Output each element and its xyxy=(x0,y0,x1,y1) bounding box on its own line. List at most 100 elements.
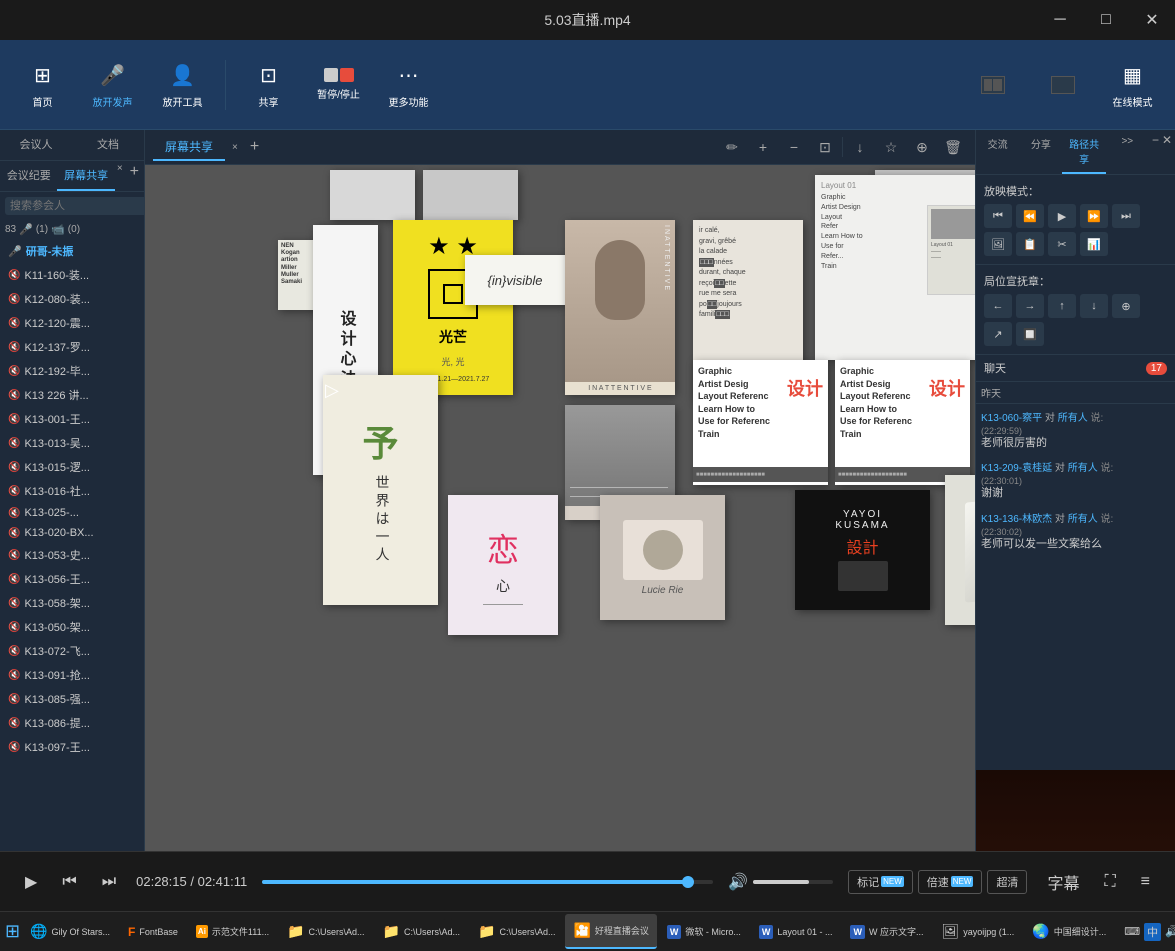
board-card-white-shape[interactable] xyxy=(945,475,975,625)
prev-button[interactable]: ⏮ xyxy=(57,868,81,896)
tab-minutes[interactable]: 会议纪要 xyxy=(0,161,57,191)
pb2-right-btn[interactable]: → xyxy=(1016,294,1044,318)
tab-docs[interactable]: 文档 xyxy=(72,130,144,160)
badge-mark[interactable]: 标记 NEW xyxy=(848,870,913,894)
tab-path-share[interactable]: 路径共享 xyxy=(1062,130,1105,174)
toolbar-more[interactable]: ⋯ 更多功能 xyxy=(376,50,441,120)
taskbar-word1[interactable]: W 微软 - Micro... xyxy=(659,914,749,949)
search-input[interactable] xyxy=(5,197,157,215)
sidebar-item-k13-015[interactable]: 🔇 K13-015-逻... xyxy=(0,455,144,479)
toolbar-inline[interactable]: ▦ 在线模式 xyxy=(1100,50,1165,120)
tab-exchange[interactable]: 交流 xyxy=(976,130,1019,174)
share-net-icon[interactable]: ⊕ xyxy=(908,133,936,161)
pb2-left-btn[interactable]: ← xyxy=(984,294,1012,318)
download-icon[interactable]: ↓ xyxy=(846,133,874,161)
progress-bar[interactable] xyxy=(262,880,713,884)
sidebar-item-k13-097[interactable]: 🔇 K13-097-王... xyxy=(0,735,144,759)
toolbar-stop-share[interactable]: 暂停/停止 xyxy=(306,50,371,120)
panel-close-icon[interactable]: ✕ xyxy=(1162,133,1172,171)
player-menu-button[interactable]: ≡ xyxy=(1136,868,1155,896)
tab-screenshare[interactable]: 屏幕共享 xyxy=(57,161,114,191)
sidebar-item-k12-192[interactable]: 🔇 K12-192-毕... xyxy=(0,359,144,383)
taskbar-start[interactable]: ⊞ xyxy=(5,914,20,949)
pb2-grid-btn[interactable]: 🔲 xyxy=(1016,322,1044,346)
pb-back-btn[interactable]: ⏪ xyxy=(1016,204,1044,228)
panel-minimize-icon[interactable]: − xyxy=(1152,133,1159,171)
sidebar-item-k13-050[interactable]: 🔇 K13-050-架... xyxy=(0,615,144,639)
play-button[interactable]: ▶ xyxy=(20,867,42,897)
taskbar-explorer2[interactable]: 📁 C:\Users\Ad... xyxy=(375,914,468,949)
screen-share-tab-close[interactable]: × xyxy=(230,140,240,155)
pb2-zoom-btn[interactable]: ⊕ xyxy=(1112,294,1140,318)
badge-hd[interactable]: 超清 xyxy=(987,870,1027,894)
tab-share[interactable]: 分享 xyxy=(1019,130,1062,174)
close-button[interactable]: ✕ xyxy=(1129,0,1175,40)
maximize-button[interactable]: □ xyxy=(1083,0,1129,40)
sidebar-item-k12-137[interactable]: 🔇 K12-137-罗... xyxy=(0,335,144,359)
sidebar-item-k13-072[interactable]: 🔇 K13-072-飞... xyxy=(0,639,144,663)
taskbar-city[interactable]: 🌐 Gily Of Stars... xyxy=(22,914,118,949)
sidebar-item-k13-053[interactable]: 🔇 K13-053-史... xyxy=(0,543,144,567)
pb2-diag-btn[interactable]: ↗ xyxy=(984,322,1012,346)
tab-more[interactable]: >> xyxy=(1106,130,1149,174)
volume-icon[interactable]: 🔊 xyxy=(728,872,748,892)
board-card-top2[interactable] xyxy=(423,170,518,220)
board-card-love[interactable]: 恋 心 xyxy=(448,495,558,635)
pb-fwd-btn[interactable]: ⏩ xyxy=(1080,204,1108,228)
sidebar-item-k13-020[interactable]: 🔇 K13-020-BX... xyxy=(0,523,144,543)
board-card-invisible[interactable]: {in}visible xyxy=(465,255,565,305)
sidebar-item-k13-056[interactable]: 🔇 K13-056-王... xyxy=(0,567,144,591)
pb-play-btn[interactable]: ▶ xyxy=(1048,204,1076,228)
fullscreen-button[interactable]: ⛶ xyxy=(1099,868,1120,896)
taskbar-ai[interactable]: Ai 示范文件111... xyxy=(188,914,277,949)
toolbar-share[interactable]: ⊡ 共享 xyxy=(236,50,301,120)
sidebar-item-k13-086[interactable]: 🔇 K13-086-提... xyxy=(0,711,144,735)
toolbar-layout1[interactable] xyxy=(960,50,1025,120)
network-icon[interactable]: 🔊 xyxy=(1165,925,1175,938)
screen-share-tab[interactable]: 屏幕共享 xyxy=(153,134,225,161)
sidebar-item-k13-226[interactable]: 🔇 K13 226 讲... xyxy=(0,383,144,407)
taskbar-word2[interactable]: W Layout 01 - ... xyxy=(751,914,841,949)
pb-chart-btn[interactable]: 📊 xyxy=(1080,232,1108,256)
board-card-japanese[interactable]: 予 世界は一人 xyxy=(323,375,438,605)
taskbar-meeting[interactable]: 🎦 好程直播会议 xyxy=(565,914,656,949)
taskbar-explorer3[interactable]: 📁 C:\Users\Ad... xyxy=(470,914,563,949)
zoom-in-icon[interactable]: + xyxy=(749,133,777,161)
board-card-inattentive[interactable]: INATTENTIVE I N A T T E N T I V E xyxy=(565,220,675,395)
sidebar-item-k12-120[interactable]: 🔇 K12-120-震... xyxy=(0,311,144,335)
sidebar-item-k13-001[interactable]: 🔇 K13-001-王... xyxy=(0,407,144,431)
pb-next-btn[interactable]: ⏭ xyxy=(1112,204,1140,228)
zoom-out-icon[interactable]: − xyxy=(780,133,808,161)
sidebar-item-k13-016[interactable]: 🔇 K13-016-社... xyxy=(0,479,144,503)
tab-participants[interactable]: 会议人 xyxy=(0,130,72,160)
board-card-layout01[interactable]: Layout 01 GraphicArtist DesignLayoutRefe… xyxy=(815,175,975,360)
sidebar-item-k13-091[interactable]: 🔇 K13-091-抢... xyxy=(0,663,144,687)
pb-frame-btn[interactable]: 🖼 xyxy=(984,232,1012,256)
ime-icon[interactable]: ⌨ xyxy=(1124,925,1140,938)
sidebar-item-k13-085[interactable]: 🔇 K13-085-强... xyxy=(0,687,144,711)
sidebar-screenshare-close[interactable]: × xyxy=(115,161,125,191)
volume-bar[interactable] xyxy=(753,880,833,884)
taskbar-china[interactable]: 🌏 中国细设计... xyxy=(1024,914,1114,949)
annotation-icon[interactable]: ✏ xyxy=(718,133,746,161)
next-button[interactable]: ⏭ xyxy=(97,868,121,896)
sidebar-item-k13-058[interactable]: 🔇 K13-058-架... xyxy=(0,591,144,615)
taskbar-word3[interactable]: W W 应示文字... xyxy=(842,914,931,949)
sidebar-item-k11[interactable]: 🔇 K11-160-装... xyxy=(0,263,144,287)
sidebar-item-k13-013[interactable]: 🔇 K13-013-吴... xyxy=(0,431,144,455)
star-icon[interactable]: ☆ xyxy=(877,133,905,161)
pb2-down-btn[interactable]: ↓ xyxy=(1080,294,1108,318)
board-card-lucie-rie[interactable]: Lucie Rie xyxy=(600,495,725,620)
sidebar-item-k12-080[interactable]: 🔇 K12-080-装... xyxy=(0,287,144,311)
sidebar-item-k13-025[interactable]: 🔇 K13-025-... xyxy=(0,503,144,523)
toolbar-home[interactable]: ⊞ 首页 xyxy=(10,50,75,120)
pb-prev-btn[interactable]: ⏮ xyxy=(984,204,1012,228)
taskbar-explorer1[interactable]: 📁 C:\Users\Ad... xyxy=(279,914,372,949)
screen-share-tab-add[interactable]: + xyxy=(245,136,264,158)
delete-icon[interactable]: 🗑 xyxy=(939,133,967,161)
board-card-top1[interactable] xyxy=(330,170,415,220)
board-card-yayoi-kusama[interactable]: YAYOI KUSAMA 設計 xyxy=(795,490,930,610)
badge-speed[interactable]: 倍速 NEW xyxy=(918,870,983,894)
subtitle-button[interactable]: 字幕 xyxy=(1042,865,1084,899)
taskbar-yayoi[interactable]: 🖼 yayoijpg (1... xyxy=(933,914,1022,949)
